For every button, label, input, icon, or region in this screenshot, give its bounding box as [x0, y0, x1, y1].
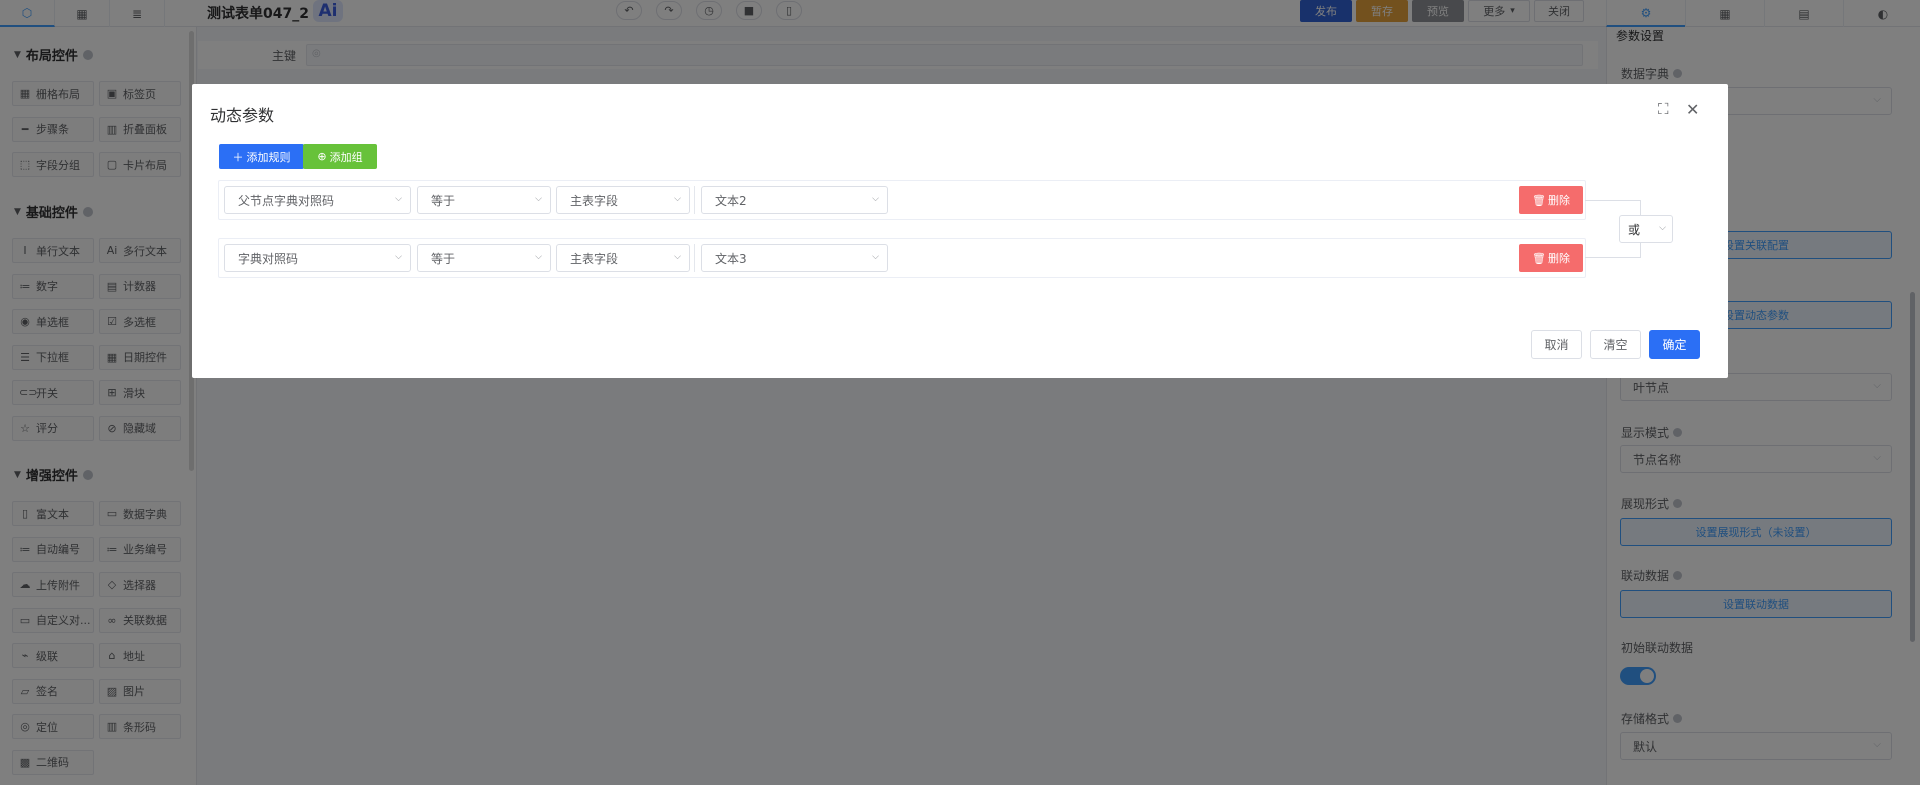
- chevron-down-icon: ⌵: [872, 194, 879, 204]
- separator: [694, 244, 695, 272]
- delete-rule-button[interactable]: 🗑 删除: [1519, 244, 1583, 272]
- button-label: 添加组: [329, 150, 363, 164]
- cancel-button[interactable]: 取消: [1531, 330, 1582, 359]
- chevron-down-icon: ⌵: [674, 252, 681, 262]
- operator-select[interactable]: 等于 ⌵: [417, 186, 551, 214]
- field-select[interactable]: 父节点字典对照码 ⌵: [224, 186, 411, 214]
- select-value: 等于: [431, 251, 456, 266]
- button-label: 删除: [1547, 194, 1570, 207]
- select-value: 主表字段: [570, 193, 619, 208]
- button-label: 删除: [1547, 252, 1570, 265]
- value-select[interactable]: 文本2 ⌵: [701, 186, 888, 214]
- select-value: 父节点字典对照码: [238, 193, 335, 208]
- chevron-down-icon: ⌵: [535, 252, 542, 262]
- chevron-down-icon: ⌵: [674, 194, 681, 204]
- field-select[interactable]: 字典对照码 ⌵: [224, 244, 411, 272]
- chevron-down-icon: ⌵: [395, 252, 402, 262]
- value-select[interactable]: 文本3 ⌵: [701, 244, 888, 272]
- select-value: 或: [1628, 222, 1641, 237]
- chevron-down-icon: ⌵: [1659, 223, 1666, 233]
- select-value: 字典对照码: [238, 251, 299, 266]
- select-value: 文本3: [715, 251, 747, 266]
- logic-select[interactable]: 或 ⌵: [1619, 215, 1673, 243]
- plus-circle-icon: ⊕: [317, 150, 327, 163]
- dynamic-params-dialog: 动态参数 ⛶ ✕ ＋添加规则 ⊕ 添加组 父节点字典对照码 ⌵ 等于 ⌵ 主表字段 ⌵ …: [192, 84, 1728, 378]
- trash-icon: 🗑: [1532, 251, 1546, 265]
- confirm-button[interactable]: 确定: [1649, 330, 1700, 359]
- rule-row: 父节点字典对照码 ⌵ 等于 ⌵ 主表字段 ⌵ 文本2 ⌵ 🗑 删除: [218, 180, 1586, 220]
- select-value: 等于: [431, 193, 456, 208]
- dialog-title: 动态参数: [210, 106, 275, 125]
- rule-row: 字典对照码 ⌵ 等于 ⌵ 主表字段 ⌵ 文本3 ⌵ 🗑 删除: [218, 238, 1586, 278]
- add-group-button[interactable]: ⊕ 添加组: [303, 144, 377, 169]
- add-rule-button[interactable]: ＋添加规则: [219, 144, 304, 169]
- plus-icon: ＋: [232, 150, 244, 164]
- chevron-down-icon: ⌵: [395, 194, 402, 204]
- delete-rule-button[interactable]: 🗑 删除: [1519, 186, 1583, 214]
- source-select[interactable]: 主表字段 ⌵: [556, 186, 690, 214]
- fullscreen-icon[interactable]: ⛶: [1658, 100, 1669, 118]
- clear-button[interactable]: 清空: [1590, 330, 1641, 359]
- select-value: 主表字段: [570, 251, 619, 266]
- select-value: 文本2: [715, 193, 747, 208]
- separator: [694, 186, 695, 214]
- chevron-down-icon: ⌵: [535, 194, 542, 204]
- chevron-down-icon: ⌵: [872, 252, 879, 262]
- operator-select[interactable]: 等于 ⌵: [417, 244, 551, 272]
- button-label: 添加规则: [246, 150, 291, 164]
- trash-icon: 🗑: [1532, 193, 1546, 207]
- close-icon[interactable]: ✕: [1686, 100, 1699, 119]
- source-select[interactable]: 主表字段 ⌵: [556, 244, 690, 272]
